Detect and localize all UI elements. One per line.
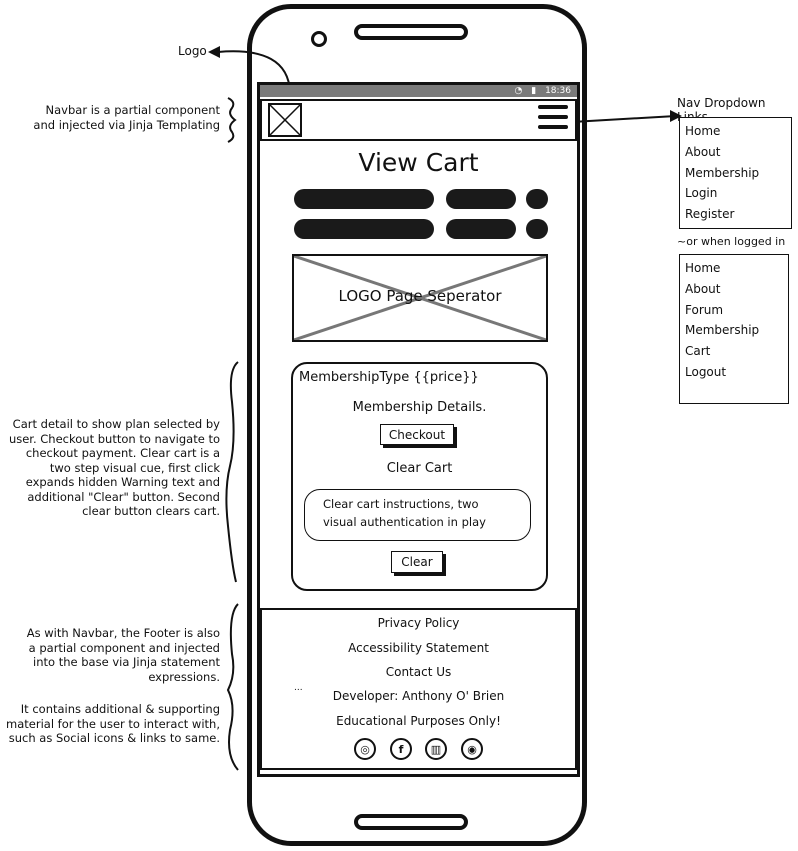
wifi-icon: ◔ [514,86,523,96]
nav-item-membership[interactable]: Membership [685,320,788,341]
status-time: 18:36 [545,86,571,96]
membership-type-heading: MembershipType {{price}} [299,370,479,385]
nav-item-home[interactable]: Home [685,258,788,279]
clear-cart-heading: Clear Cart [386,461,453,476]
speaker [354,24,468,40]
nav-item-membership[interactable]: Membership [685,163,791,184]
footer-link-accessibility[interactable]: Accessibility Statement [260,641,577,655]
logo-placeholder[interactable] [268,103,302,137]
membership-details: Membership Details. [352,400,487,415]
navbar [260,99,577,141]
logged-in-note: ~or when logged in [677,235,786,248]
camera [311,31,327,47]
status-bar: ◔ ▮ 18:36 [260,85,577,97]
footer-link-privacy[interactable]: Privacy Policy [260,616,577,630]
nav-item-logout[interactable]: Logout [685,362,788,383]
checkout-button[interactable]: Checkout [380,424,454,445]
battery-icon: ▮ [531,86,537,96]
footer-developer: Developer: Anthony O' Brien [332,689,505,703]
instagram-icon[interactable]: ◎ [354,738,376,760]
nav-dropdown-menu: Home About Membership Login Register [679,117,792,229]
nav-item-home[interactable]: Home [685,121,791,142]
facebook-icon[interactable]: f [390,738,412,760]
clear-button[interactable]: Clear [391,551,443,573]
github-icon[interactable]: ◉ [461,738,483,760]
image-placeholder-icon [269,104,301,136]
footer-educational: Educational Purposes Only! [336,714,501,728]
nav-dropdown-menu-logged-in: Home About Forum Membership Cart Logout [679,254,789,404]
nav-item-about[interactable]: About [685,279,788,300]
nav-item-forum[interactable]: Forum [685,300,788,321]
map-icon[interactable]: ▥ [425,738,447,760]
page-title: View Cart [358,148,479,177]
nav-item-login[interactable]: Login [685,183,791,204]
nav-item-cart[interactable]: Cart [685,341,788,362]
home-button[interactable] [354,814,468,830]
nav-item-register[interactable]: Register [685,204,791,225]
clear-cart-instructions: Clear cart instructions, two visual auth… [304,489,531,541]
footer-link-contact[interactable]: Contact Us [260,665,577,679]
hamburger-menu-icon[interactable] [538,105,568,133]
separator-label: LOGO Page Seperator [338,287,502,305]
nav-item-about[interactable]: About [685,142,791,163]
